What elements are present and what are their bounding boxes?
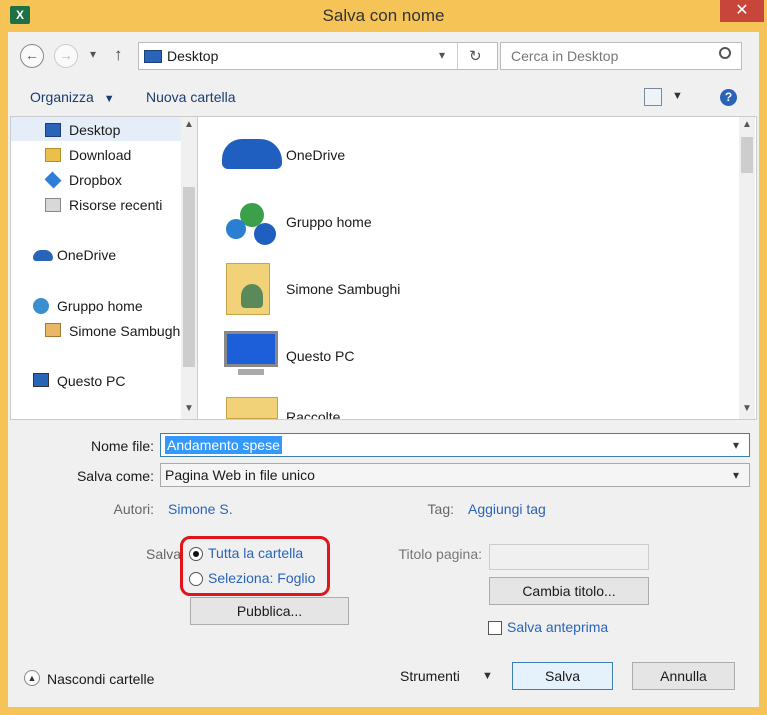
onedrive-icon: [33, 250, 53, 261]
filename-value: Andamento spese: [165, 436, 282, 454]
scroll-down-icon[interactable]: ▼: [742, 403, 752, 414]
page-title-label: Titolo pagina:: [398, 546, 482, 562]
new-folder-button[interactable]: Nuova cartella: [146, 89, 236, 105]
recent-items-icon: [45, 198, 61, 212]
address-dropdown-icon[interactable]: ▾: [439, 48, 445, 62]
scroll-up-icon[interactable]: ▲: [184, 119, 194, 130]
save-as-type-value: Pagina Web in file unico: [165, 467, 315, 483]
up-icon[interactable]: ↑: [114, 45, 123, 65]
title-bar: X Salva con nome ✕: [0, 0, 767, 32]
computer-icon: [33, 373, 49, 387]
user-folder-icon: [226, 263, 270, 315]
back-icon[interactable]: ←: [20, 44, 44, 68]
sidebar-item-desktop[interactable]: Desktop: [69, 119, 120, 141]
save-button[interactable]: Salva: [512, 662, 613, 690]
file-item-this-pc[interactable]: Questo PC: [286, 348, 354, 364]
file-item-libraries[interactable]: Raccolte: [286, 409, 340, 419]
change-title-button[interactable]: Cambia titolo...: [489, 577, 649, 605]
tags-label: Tag:: [427, 501, 454, 517]
scroll-down-icon[interactable]: ▼: [184, 403, 194, 414]
search-icon: [719, 47, 731, 59]
chevron-down-icon[interactable]: ▾: [733, 434, 739, 456]
homegroup-icon: [33, 298, 49, 314]
save-thumbnail-checkbox[interactable]: [488, 621, 502, 635]
sidebar-scroll-thumb[interactable]: [183, 187, 195, 367]
sidebar-item-recent[interactable]: Risorse recenti: [69, 194, 162, 216]
organize-label: Organizza: [30, 89, 94, 105]
save-as-type-label: Salva come:: [76, 468, 154, 484]
tools-button[interactable]: Strumenti: [400, 668, 460, 684]
save-as-dialog: X Salva con nome ✕ ← → ▾ ↑ Desktop ▾ ↻ C…: [0, 0, 767, 715]
address-text: Desktop: [167, 48, 219, 64]
refresh-icon[interactable]: ↻: [469, 47, 482, 65]
chevron-down-icon[interactable]: ▾: [733, 464, 739, 486]
computer-icon: [224, 331, 278, 367]
filename-input[interactable]: Andamento spese ▾: [160, 433, 750, 457]
forward-icon[interactable]: →: [54, 44, 78, 68]
add-tags-link[interactable]: Aggiungi tag: [468, 501, 546, 517]
libraries-icon: [226, 397, 278, 419]
desktop-icon: [144, 50, 162, 63]
save-thumbnail-label[interactable]: Salva anteprima: [507, 619, 608, 635]
close-button[interactable]: ✕: [720, 0, 764, 22]
sidebar-item-download[interactable]: Download: [69, 144, 131, 166]
file-item-onedrive[interactable]: OneDrive: [286, 147, 345, 163]
download-folder-icon: [45, 148, 61, 162]
desktop-icon: [45, 123, 61, 137]
authors-label: Autori:: [113, 501, 154, 517]
cancel-button[interactable]: Annulla: [632, 662, 735, 690]
sidebar-item-user[interactable]: Simone Sambughi: [69, 320, 181, 342]
organize-button[interactable]: Organizza ▼: [30, 89, 115, 105]
search-input[interactable]: Cerca in Desktop: [500, 42, 742, 70]
dialog-title: Salva con nome: [322, 6, 445, 25]
hide-folders-button[interactable]: Nascondi cartelle: [47, 671, 154, 687]
view-options-icon[interactable]: [644, 88, 662, 106]
file-list-pane: OneDrive Gruppo home Simone Sambughi Que…: [198, 116, 757, 420]
view-dropdown-icon[interactable]: ▼: [672, 90, 683, 102]
address-divider: [457, 43, 458, 69]
collapse-folders-icon[interactable]: ▲: [24, 670, 40, 686]
computer-stand-icon: [238, 369, 264, 375]
file-list-scroll-thumb[interactable]: [741, 137, 753, 173]
help-icon[interactable]: ?: [720, 89, 737, 106]
homegroup-icon: [226, 203, 276, 247]
file-list-scrollbar[interactable]: ▲ ▼: [739, 117, 755, 419]
authors-value[interactable]: Simone S.: [168, 501, 233, 517]
chevron-down-icon: ▼: [103, 93, 115, 105]
user-icon: [45, 323, 61, 337]
filename-label: Nome file:: [90, 438, 154, 454]
sidebar-item-this-pc[interactable]: Questo PC: [57, 370, 125, 392]
file-item-homegroup[interactable]: Gruppo home: [286, 214, 372, 230]
save-label: Salva: [146, 546, 180, 562]
publish-button[interactable]: Pubblica...: [190, 597, 349, 625]
onedrive-icon: [222, 139, 282, 169]
sidebar-item-onedrive[interactable]: OneDrive: [57, 244, 116, 266]
page-title-input[interactable]: [489, 544, 649, 570]
navigation-pane: Desktop Download Dropbox Risorse recenti…: [10, 116, 198, 420]
dialog-body: ← → ▾ ↑ Desktop ▾ ↻ Cerca in Desktop Org…: [8, 32, 759, 707]
sidebar-item-homegroup[interactable]: Gruppo home: [57, 295, 143, 317]
dropbox-icon: [44, 171, 62, 189]
address-bar[interactable]: Desktop ▾ ↻: [138, 42, 498, 70]
scroll-up-icon[interactable]: ▲: [742, 119, 752, 130]
recent-locations-icon[interactable]: ▾: [90, 47, 96, 61]
highlight-box: [180, 536, 330, 596]
save-as-type-select[interactable]: Pagina Web in file unico ▾: [160, 463, 750, 487]
sidebar-item-dropbox[interactable]: Dropbox: [69, 169, 122, 191]
file-item-user[interactable]: Simone Sambughi: [286, 281, 400, 297]
tools-dropdown-icon[interactable]: ▼: [482, 670, 493, 682]
search-placeholder: Cerca in Desktop: [511, 48, 619, 64]
sidebar-scrollbar[interactable]: ▲ ▼: [181, 117, 197, 419]
